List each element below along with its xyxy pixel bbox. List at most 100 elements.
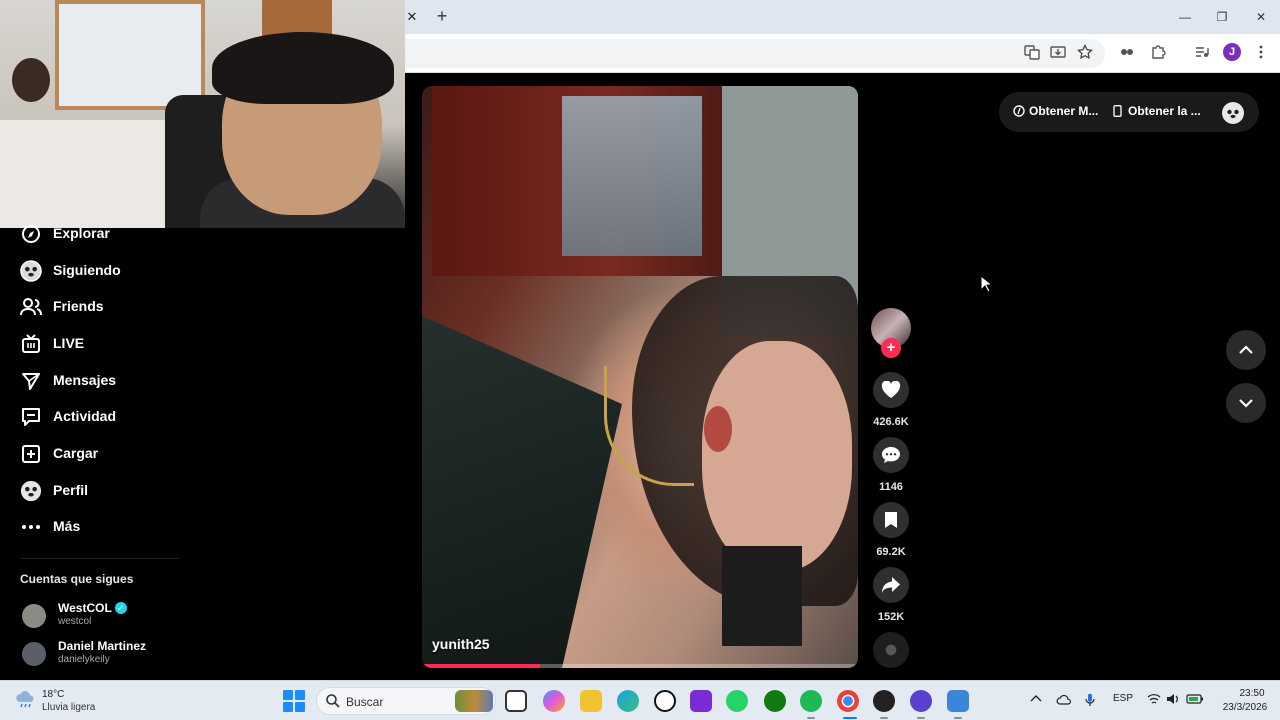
clock-date[interactable]: 23/3/2026 (1210, 702, 1280, 713)
close-window-button[interactable]: ✕ (1251, 7, 1271, 27)
sidebar-item-label: Cargar (53, 445, 99, 461)
chat-app-icon[interactable] (910, 690, 932, 712)
running-indicator (807, 717, 815, 719)
video-player[interactable]: yunith25 (422, 86, 858, 668)
sidebar-item-label: LIVE (53, 335, 85, 351)
previous-video-button[interactable] (1226, 330, 1266, 370)
volume-icon[interactable] (1166, 693, 1180, 708)
sidebar-item-mensajes[interactable]: Mensajes (0, 366, 200, 396)
browser-tab-strip (405, 0, 1280, 34)
translate-icon[interactable] (1023, 44, 1041, 62)
upload-icon (20, 443, 42, 465)
spotify-icon[interactable] (800, 690, 822, 712)
profile-avatar[interactable]: J (1223, 43, 1241, 61)
sidebar-item-label: Siguiendo (53, 262, 121, 278)
user-avatar[interactable] (1222, 102, 1244, 124)
xbox-icon[interactable] (764, 690, 786, 712)
top-action-bar: Obtener M... Obtener la ... (999, 92, 1259, 132)
language-indicator[interactable]: ESP (1113, 693, 1133, 704)
sidebar-item-label: Explorar (53, 225, 110, 241)
divider (20, 558, 180, 559)
account-username: westcol (58, 616, 92, 627)
running-indicator (880, 717, 888, 719)
following-avatar (20, 260, 42, 282)
edge-icon[interactable] (617, 690, 639, 712)
file-explorer-icon[interactable] (580, 690, 602, 712)
sidebar-item-cargar[interactable]: Cargar (0, 439, 200, 469)
minimize-button[interactable]: — (1175, 7, 1195, 27)
chatgpt-icon[interactable] (654, 690, 676, 712)
copilot-icon[interactable] (543, 690, 565, 712)
task-view-icon[interactable] (505, 690, 527, 712)
video-author[interactable]: yunith25 (432, 636, 490, 652)
obs-icon[interactable] (873, 690, 895, 712)
save-button[interactable] (873, 502, 909, 538)
music-disc[interactable] (873, 632, 909, 668)
sidebar-item-live[interactable]: LIVE (0, 329, 200, 359)
coin-icon (1013, 105, 1025, 117)
follow-button[interactable]: + (881, 338, 901, 358)
address-bar[interactable] (405, 39, 1105, 68)
mouse-cursor-icon (980, 275, 992, 293)
restore-button[interactable]: ❐ (1212, 7, 1232, 27)
next-video-button[interactable] (1226, 383, 1266, 423)
sidebar-item-perfil[interactable]: Perfil (0, 476, 200, 506)
comment-button[interactable] (873, 437, 909, 473)
microphone-icon[interactable] (1085, 693, 1095, 710)
share-button[interactable] (873, 567, 909, 603)
webcam-overlay (0, 0, 405, 228)
sidebar-item-actividad[interactable]: Actividad (0, 402, 200, 432)
avatar (22, 604, 46, 628)
install-app-icon[interactable] (1049, 44, 1067, 62)
new-tab-button[interactable]: + (433, 6, 451, 26)
get-app-button[interactable]: Obtener la ... (1113, 104, 1201, 118)
cloud-icon[interactable] (1056, 693, 1072, 708)
browser-menu-icon[interactable] (1252, 44, 1270, 62)
like-button[interactable] (873, 372, 909, 408)
following-account[interactable]: Daniel Martinez danielykeily (20, 638, 220, 672)
weather-rain-icon (16, 691, 34, 708)
chevron-up-icon (1239, 345, 1253, 354)
weather-description[interactable]: Lluvia ligera (42, 702, 95, 713)
tab-close-button[interactable]: ✕ (405, 8, 419, 26)
chevron-up-icon[interactable] (1030, 693, 1042, 705)
profile-avatar (20, 480, 42, 502)
app-icon[interactable] (690, 690, 712, 712)
sidebar: Explorar Siguiendo Friends LIVE Mensajes… (0, 225, 405, 678)
verified-badge-icon: ✓ (114, 602, 127, 614)
bookmark-icon (885, 512, 897, 528)
sidebar-item-label: Más (53, 518, 81, 534)
clock-time[interactable]: 23:50 (1226, 688, 1278, 699)
sidebar-item-mas[interactable]: Más (0, 512, 200, 542)
whatsapp-icon[interactable] (726, 690, 748, 712)
compass-icon (20, 223, 42, 245)
search-icon (326, 694, 340, 708)
phone-icon (1113, 105, 1122, 117)
chevron-down-icon (1239, 399, 1253, 408)
bookmark-star-icon[interactable] (1076, 43, 1094, 62)
running-indicator (917, 717, 925, 719)
notepad-icon[interactable] (947, 690, 969, 712)
avatar (22, 642, 46, 666)
sidebar-item-label: Actividad (53, 408, 117, 424)
video-progress-bar[interactable] (422, 664, 858, 668)
sidebar-item-siguiendo[interactable]: Siguiendo (0, 256, 200, 286)
extension-icon[interactable] (1118, 44, 1136, 62)
sidebar-item-friends[interactable]: Friends (0, 292, 200, 322)
account-name: Daniel Martinez (58, 639, 147, 653)
account-name: WestCOL ✓ (58, 601, 127, 615)
weather-temperature[interactable]: 18°C (42, 689, 64, 700)
extensions-puzzle-icon[interactable] (1149, 44, 1167, 62)
start-button[interactable] (283, 690, 305, 712)
sidebar-item-explorar[interactable]: Explorar (0, 219, 200, 249)
get-coins-button[interactable]: Obtener M... (1013, 104, 1098, 118)
sidebar-item-label: Perfil (53, 482, 89, 498)
battery-icon[interactable] (1186, 693, 1204, 708)
chrome-icon[interactable] (837, 690, 859, 712)
media-control-icon[interactable] (1193, 44, 1211, 62)
following-account[interactable]: WestCOL ✓ westcol (20, 600, 220, 634)
like-count: 426.6K (873, 416, 909, 428)
active-indicator (843, 717, 857, 719)
wifi-icon[interactable] (1147, 693, 1161, 708)
taskbar-search[interactable]: Buscar (316, 687, 496, 715)
